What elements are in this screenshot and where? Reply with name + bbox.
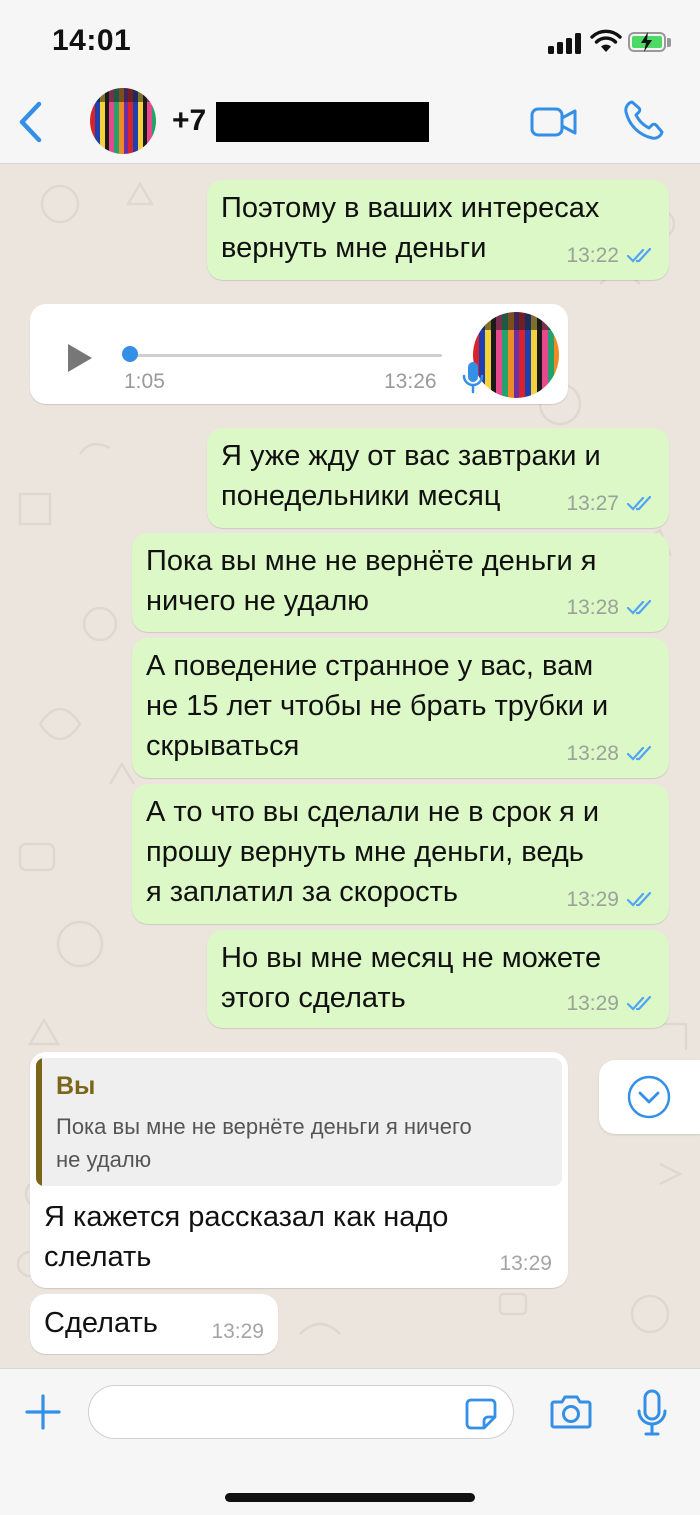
back-chevron-icon[interactable] <box>14 100 48 144</box>
reply-message-bubble[interactable]: Вы Пока вы мне не вернёте деньги я ничег… <box>30 1052 568 1288</box>
cellular-signal-icon <box>548 32 582 54</box>
message-time: 13:29 <box>566 888 619 911</box>
double-check-icon <box>627 892 652 907</box>
play-icon[interactable] <box>66 342 94 374</box>
message-time: 13:27 <box>566 492 619 515</box>
sticker-icon[interactable] <box>464 1397 498 1431</box>
plus-icon[interactable] <box>24 1393 62 1431</box>
message-meta: 13:22 <box>566 244 655 268</box>
microphone-icon[interactable] <box>636 1389 668 1437</box>
message-bubble-outgoing[interactable]: А то что вы сделали не в срок я и прошу … <box>132 784 669 924</box>
video-call-icon[interactable] <box>530 106 578 138</box>
battery-cap <box>667 38 671 47</box>
message-meta: 13:29 <box>499 1252 552 1276</box>
message-input-bar <box>0 1368 700 1515</box>
message-bubble-outgoing[interactable]: Поэтому в ваших интересах вернуть мне де… <box>207 180 669 280</box>
message-time: 13:29 <box>499 1252 552 1275</box>
message-time: 13:26 <box>384 370 437 393</box>
message-text: Но вы мне месяц не можете этого сделать <box>221 942 602 1014</box>
double-check-icon <box>627 248 652 263</box>
message-meta: 13:29 <box>566 992 655 1016</box>
message-time: 13:22 <box>566 244 619 267</box>
message-meta: 13:28 <box>566 742 655 766</box>
battery-icon <box>628 32 666 52</box>
quoted-message[interactable]: Вы Пока вы мне не вернёте деньги я ничег… <box>36 1058 562 1186</box>
status-time: 14:01 <box>52 24 132 57</box>
message-text: А поведение странное у вас, вам не 15 ле… <box>146 650 609 762</box>
message-text: Я кажется рассказал как надо слелать <box>44 1201 449 1273</box>
message-text: Поэтому в ваших интересах вернуть мне де… <box>221 192 600 264</box>
message-meta: 13:29 <box>211 1320 264 1344</box>
double-check-icon <box>627 746 652 761</box>
phone-call-icon[interactable] <box>622 98 666 142</box>
message-time: 13:29 <box>566 992 619 1015</box>
chat-area[interactable]: Поэтому в ваших интересах вернуть мне де… <box>0 164 700 1368</box>
message-meta: 13:28 <box>566 596 655 620</box>
contact-avatar[interactable] <box>90 88 156 154</box>
double-check-icon <box>627 496 652 511</box>
wifi-icon <box>590 29 622 52</box>
scroll-to-bottom-button[interactable] <box>599 1060 700 1134</box>
message-input[interactable] <box>88 1385 514 1439</box>
message-bubble-incoming[interactable]: Сделать 13:29 <box>30 1294 278 1354</box>
message-meta: 13:29 <box>566 888 655 912</box>
contact-name[interactable]: +7 <box>172 104 206 138</box>
voice-progress-track[interactable] <box>128 354 442 357</box>
message-meta: 13:27 <box>566 492 655 516</box>
message-time: 13:28 <box>566 742 619 765</box>
message-text: А то что вы сделали не в срок я и прошу … <box>146 796 600 908</box>
message-text: Сделать <box>44 1307 158 1339</box>
chevron-down-circle-icon <box>627 1075 671 1119</box>
home-indicator[interactable] <box>225 1493 475 1502</box>
sender-avatar <box>473 312 559 398</box>
microphone-icon <box>462 362 484 394</box>
redaction-bar <box>216 102 429 142</box>
voice-message-bubble[interactable]: 1:05 13:26 <box>30 304 568 404</box>
double-check-icon <box>627 996 652 1011</box>
double-check-icon <box>627 600 652 615</box>
message-bubble-outgoing[interactable]: Но вы мне месяц не можете этого сделать … <box>207 930 669 1028</box>
quote-author: Вы <box>56 1072 96 1100</box>
voice-progress-knob[interactable] <box>122 346 138 362</box>
message-bubble-outgoing[interactable]: Пока вы мне не вернёте деньги я ничего н… <box>132 533 669 632</box>
message-text: Пока вы мне не вернёте деньги я ничего н… <box>146 545 597 617</box>
camera-icon[interactable] <box>550 1393 592 1429</box>
voice-duration: 1:05 <box>124 370 165 393</box>
message-time: 13:28 <box>566 596 619 619</box>
chat-header: +7 <box>0 80 700 164</box>
status-bar: 14:01 <box>0 0 700 80</box>
message-bubble-outgoing[interactable]: А поведение странное у вас, вам не 15 ле… <box>132 638 669 778</box>
message-time: 13:29 <box>211 1320 264 1343</box>
message-text: Я уже жду от вас завтраки и понедельники… <box>221 440 601 512</box>
message-bubble-outgoing[interactable]: Я уже жду от вас завтраки и понедельники… <box>207 428 669 528</box>
quote-accent-bar <box>36 1058 42 1186</box>
quote-text: Пока вы мне не вернёте деньги я ничего н… <box>56 1114 472 1172</box>
